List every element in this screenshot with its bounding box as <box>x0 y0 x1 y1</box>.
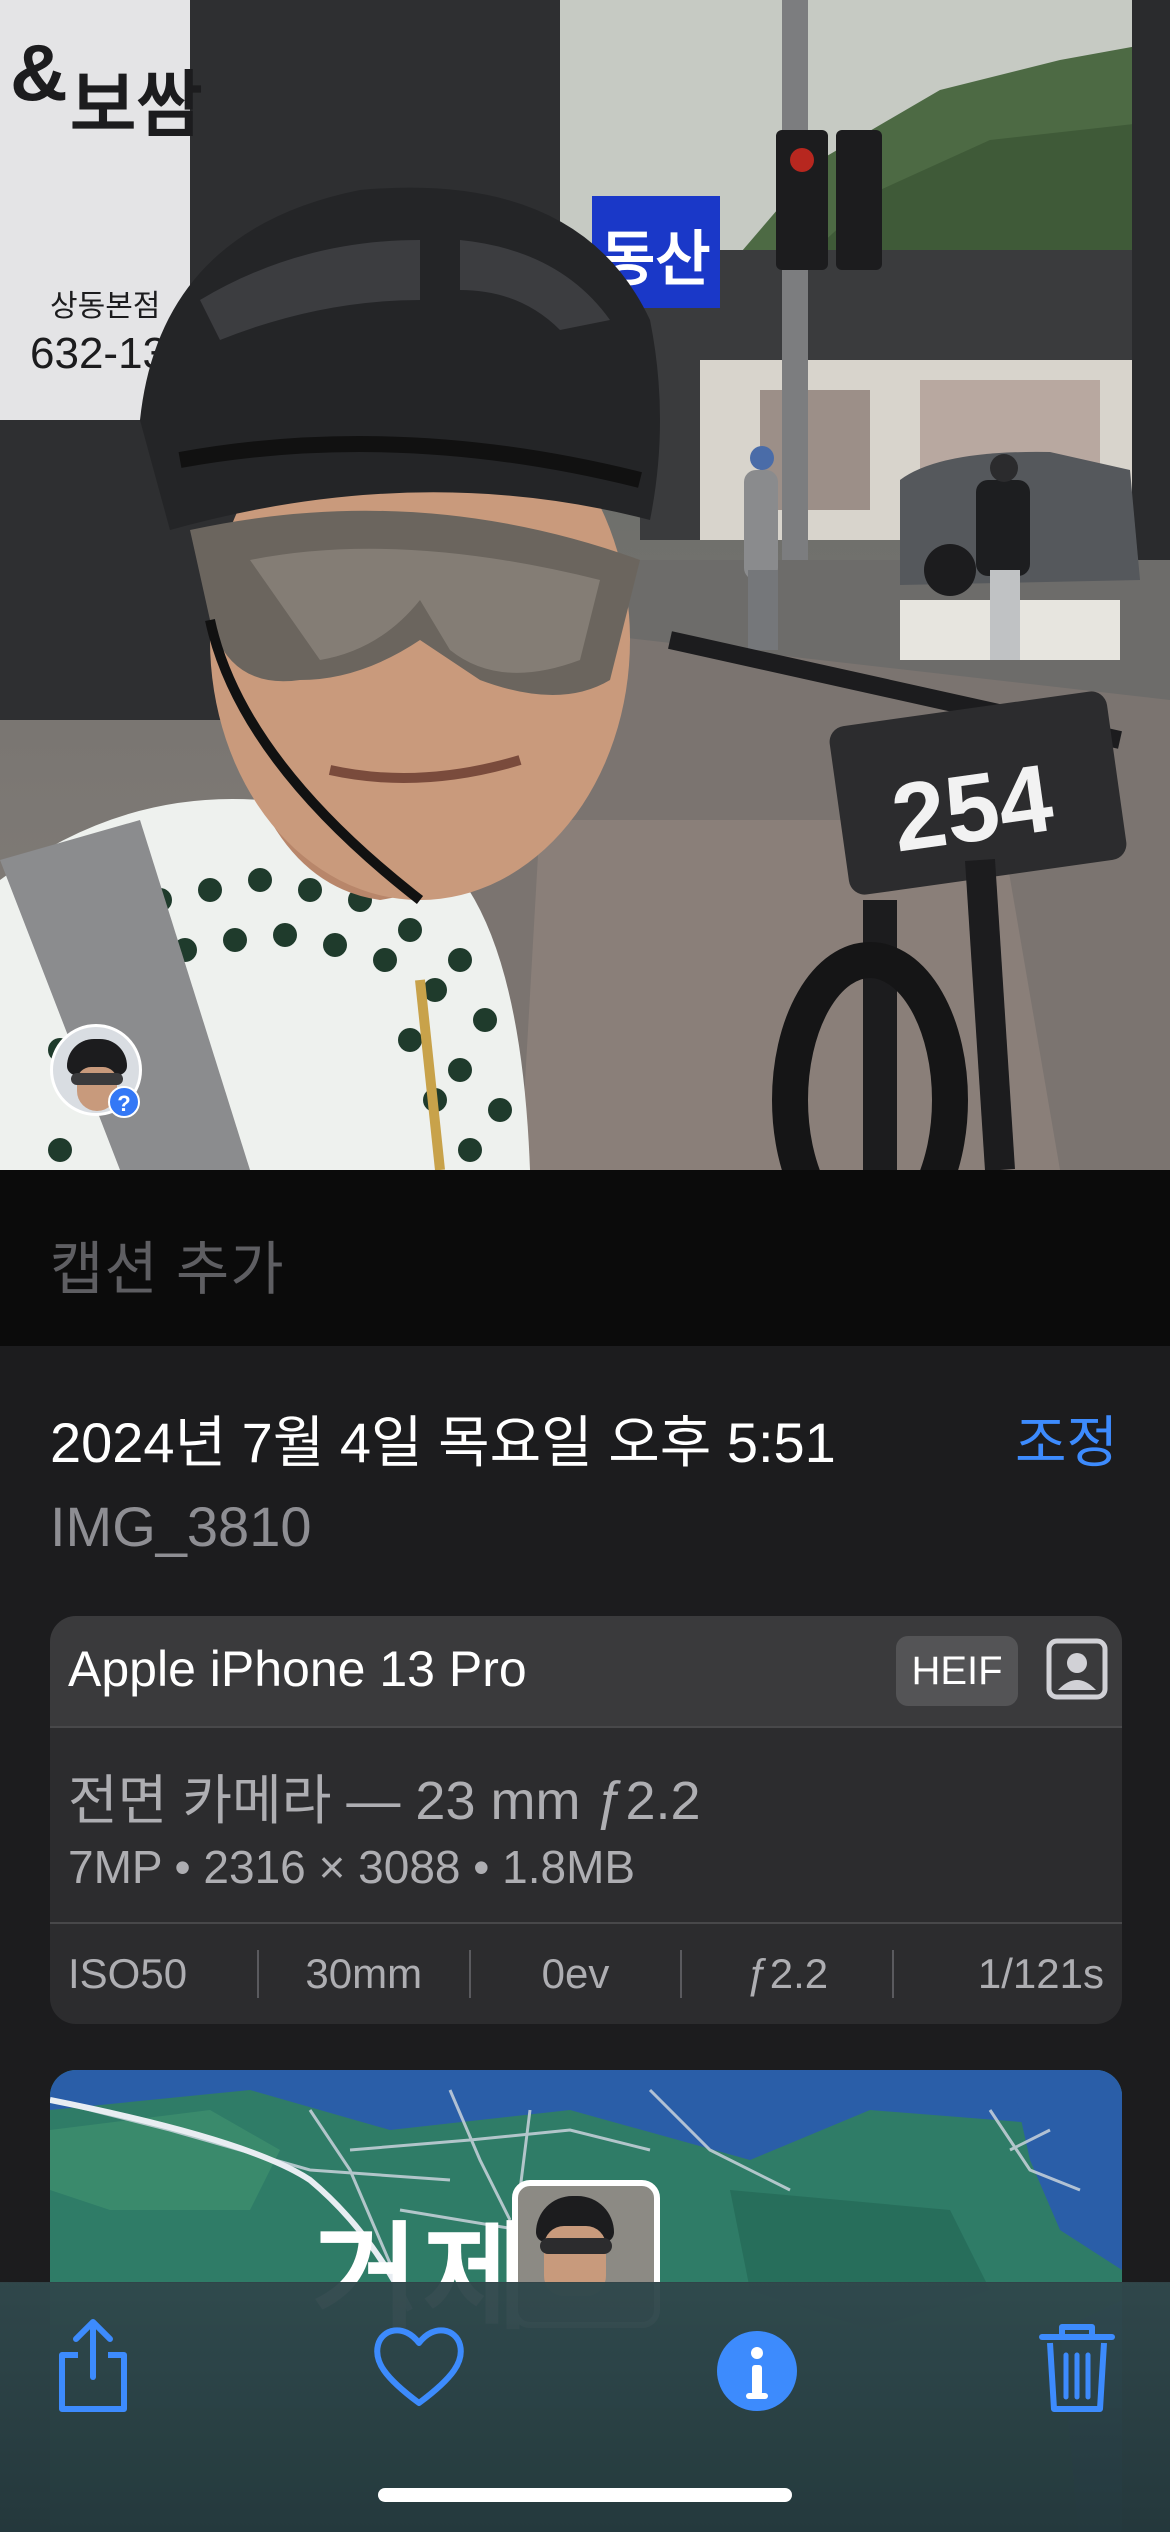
svg-text:&: & <box>10 28 68 117</box>
metadata-card: Apple iPhone 13 Pro HEIF 전면 카메라 — 23 mm … <box>50 1616 1122 2024</box>
race-number: 254 <box>885 744 1059 872</box>
photo-image: 동산 & 보쌈 상동본점 632-131 254 <box>0 0 1170 1170</box>
heart-icon[interactable] <box>364 2311 474 2421</box>
photo-view[interactable]: 동산 & 보쌈 상동본점 632-131 254 ? <box>0 0 1170 1170</box>
metadata-card-header: Apple iPhone 13 Pro HEIF <box>50 1616 1122 1726</box>
portrait-icon <box>1046 1638 1108 1700</box>
caption-field[interactable]: 캡션 추가 <box>0 1170 1170 1346</box>
sign-branch: 상동본점 <box>50 290 160 323</box>
caption-placeholder[interactable]: 캡션 추가 <box>50 1222 285 1306</box>
unknown-person-badge[interactable]: ? <box>108 1086 140 1118</box>
sign-text: 보쌈 <box>70 66 202 146</box>
exif-focal-length: 30mm <box>305 1950 423 1997</box>
format-badge: HEIF <box>896 1636 1018 1706</box>
divider <box>50 1726 1122 1728</box>
info-icon[interactable] <box>702 2311 812 2421</box>
exif-aperture: ƒ2.2 <box>746 1950 829 1997</box>
trash-icon[interactable] <box>1022 2311 1132 2421</box>
exif-exposure-value: 0ev <box>541 1950 610 1997</box>
photo-detail-screen: 동산 & 보쌈 상동본점 632-131 254 ? 캡션 추가 2024년 7… <box>0 0 1170 2532</box>
home-indicator[interactable] <box>378 2488 792 2502</box>
device-name: Apple iPhone 13 Pro <box>68 1641 527 1697</box>
lens-info: 전면 카메라 — 23 mm ƒ2.2 <box>68 1771 701 1831</box>
photo-filename: IMG_3810 <box>50 1495 312 1558</box>
exif-row: ISO50 30mm 0ev ƒ2.2 1/121s <box>50 1924 1122 2024</box>
adjust-button[interactable]: 조정 <box>1015 1398 1118 1479</box>
exif-iso: ISO50 <box>68 1950 188 1997</box>
image-specs: 7MP • 2316 × 3088 • 1.8MB <box>68 1841 636 1893</box>
photo-datetime: 2024년 7월 4일 목요일 오후 5:51 <box>50 1411 836 1474</box>
share-icon[interactable] <box>38 2311 148 2421</box>
exif-shutter-speed: 1/121s <box>977 1950 1104 1997</box>
